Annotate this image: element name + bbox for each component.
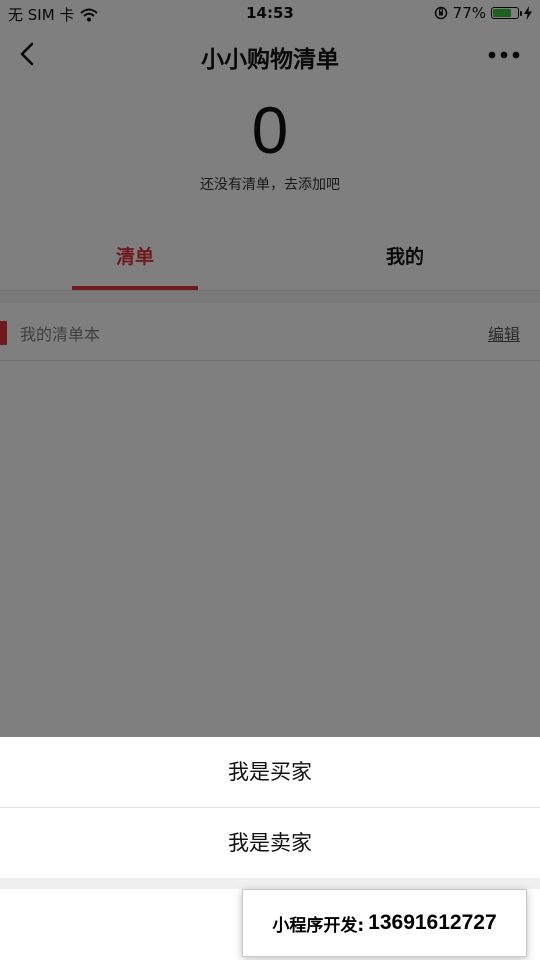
seller-option[interactable]: 我是卖家: [0, 808, 540, 878]
watermark-phone: 13691612727: [368, 911, 497, 934]
watermark-label: 小程序开发:: [272, 915, 365, 936]
buyer-option[interactable]: 我是买家: [0, 737, 540, 807]
watermark-banner: 小程序开发: 13691612727: [242, 889, 527, 957]
